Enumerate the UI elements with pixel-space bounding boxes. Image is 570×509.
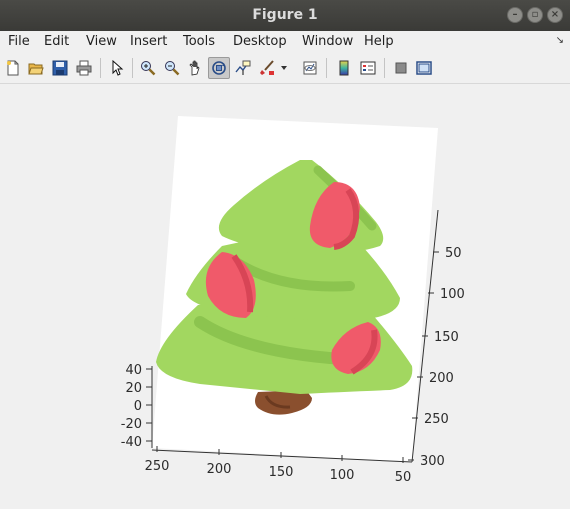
menu-bar: File Edit View Insert Tools Desktop Wind…	[0, 31, 570, 53]
z-tick-label: -40	[121, 435, 142, 450]
dropdown-arrow-icon[interactable]	[278, 57, 290, 79]
print-icon[interactable]	[73, 57, 95, 79]
brush-icon[interactable]	[256, 57, 278, 79]
menu-help[interactable]: Help	[364, 34, 394, 49]
legend-icon[interactable]	[357, 57, 379, 79]
menu-file[interactable]: File	[8, 34, 30, 49]
menu-desktop[interactable]: Desktop	[233, 34, 287, 49]
hide-plot-tools-icon[interactable]	[390, 57, 412, 79]
window-title: Figure 1	[252, 7, 318, 23]
z-tick-label: 0	[134, 399, 142, 414]
z-tick-label: -20	[121, 417, 142, 432]
pan-icon[interactable]	[185, 57, 207, 79]
menu-insert[interactable]: Insert	[130, 34, 167, 49]
rotate-3d-icon[interactable]	[208, 57, 230, 79]
y-tick-label: 150	[434, 330, 459, 345]
menu-undock-icon[interactable]: ↘	[556, 35, 564, 46]
x-tick-label: 150	[269, 465, 294, 480]
z-tick-label: 20	[125, 381, 142, 396]
axes-3d[interactable]: 40200-20-40250 200 150 100 50501001502002503…	[0, 84, 570, 505]
pointer-icon[interactable]	[106, 57, 128, 79]
toolbar-separator	[384, 58, 385, 78]
link-plot-icon[interactable]	[299, 57, 321, 79]
toolbar-separator	[326, 58, 327, 78]
x-tick-label: 200	[207, 462, 232, 477]
zoom-in-icon[interactable]	[137, 57, 159, 79]
figure-toolbar	[0, 53, 570, 84]
y-tick-label: 300	[420, 454, 445, 469]
zoom-out-icon[interactable]	[161, 57, 183, 79]
menu-view[interactable]: View	[86, 34, 117, 49]
x-tick-label: 50	[395, 470, 412, 485]
maximize-button[interactable]: ▫	[527, 7, 543, 23]
y-tick-label: 50	[445, 246, 462, 261]
figure-canvas[interactable]: 40 20 0 -20 -40 250 200 150 100 50 50 100 150 200 250 3…	[0, 84, 570, 505]
menu-edit[interactable]: Edit	[44, 34, 69, 49]
y-tick-label: 250	[424, 412, 449, 427]
new-figure-icon[interactable]	[2, 57, 24, 79]
data-cursor-icon[interactable]	[232, 57, 254, 79]
y-tick-label: 100	[440, 287, 465, 302]
menu-tools[interactable]: Tools	[183, 34, 215, 49]
minimize-button[interactable]: –	[507, 7, 523, 23]
open-icon[interactable]	[25, 57, 47, 79]
save-icon[interactable]	[49, 57, 71, 79]
x-tick-label: 250	[145, 459, 170, 474]
menu-window[interactable]: Window	[302, 34, 353, 49]
toolbar-separator	[100, 58, 101, 78]
close-button[interactable]: ×	[547, 7, 563, 23]
y-tick-label: 200	[429, 371, 454, 386]
toolbar-separator	[132, 58, 133, 78]
x-tick-label: 100	[330, 468, 355, 483]
title-bar: Figure 1 – ▫ ×	[0, 0, 570, 32]
show-plot-tools-icon[interactable]	[413, 57, 435, 79]
colorbar-icon[interactable]	[333, 57, 355, 79]
z-tick-label: 40	[125, 363, 142, 378]
